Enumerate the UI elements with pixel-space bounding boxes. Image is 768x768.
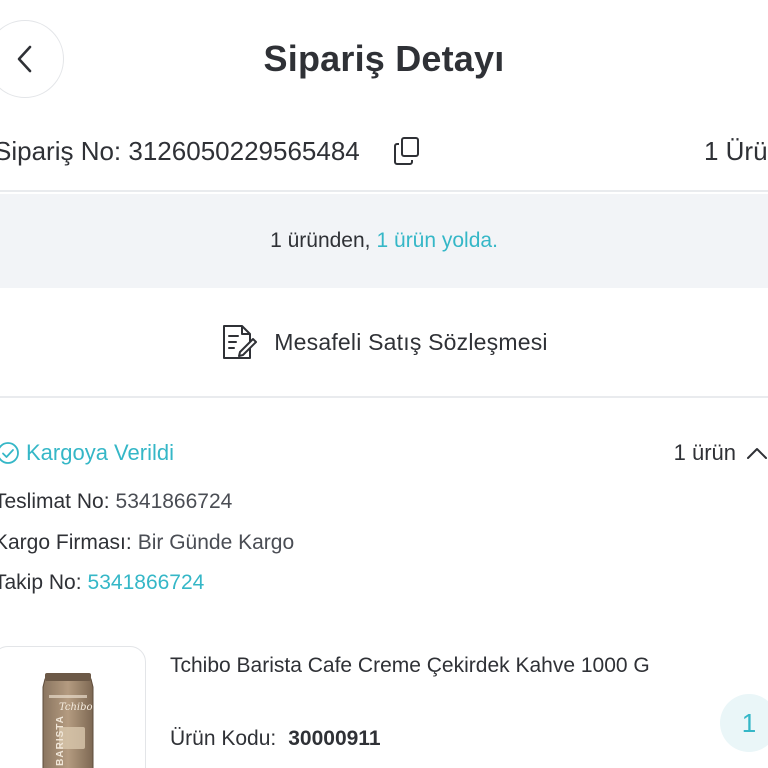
product-code: Ürün Kodu: 30000911 <box>170 727 381 751</box>
copy-icon[interactable] <box>393 136 421 166</box>
order-info-row: Sipariş No: 3126050229565484 1 Ürün <box>0 120 768 192</box>
carrier-row: Kargo Firması: Bir Günde Kargo <box>0 531 294 555</box>
carrier-value: Bir Günde Kargo <box>137 531 295 554</box>
shipment-item-count: 1 ürün <box>673 440 736 465</box>
top-bar: Sipariş Detayı <box>0 0 768 120</box>
order-number-value: 3126050229565484 <box>128 136 360 166</box>
product-code-label: Ürün Kodu: <box>170 727 277 750</box>
status-banner-prefix: 1 üründen, <box>270 229 371 252</box>
page-title: Sipariş Detayı <box>263 38 505 79</box>
chevron-up-icon <box>747 448 767 459</box>
order-number-label: Sipariş No: <box>0 136 122 166</box>
tracking-number-link[interactable]: 5341866724 <box>88 571 205 594</box>
quantity-badge: 1 <box>720 694 768 752</box>
contract-label: Mesafeli Satış Sözleşmesi <box>274 328 548 355</box>
carrier-label: Kargo Firması: <box>0 531 132 554</box>
tracking-number-row: Takip No: 5341866724 <box>0 571 204 595</box>
shipment-status-label: Kargoya Verildi <box>26 440 174 465</box>
product-image-text: BARISTA <box>54 715 66 766</box>
tracking-number-label: Takip No: <box>0 571 82 594</box>
product-code-value: 30000911 <box>288 727 381 750</box>
product-name[interactable]: Tchibo Barista Cafe Creme Çekirdek Kahve… <box>170 650 660 682</box>
product-image-card[interactable]: Tchibo BARISTA <box>0 646 146 768</box>
delivery-number-row: Teslimat No: 5341866724 <box>0 490 232 514</box>
delivery-number-label: Teslimat No: <box>0 490 110 513</box>
product-image-brand: Tchibo <box>59 702 93 713</box>
check-circle-icon <box>0 442 19 464</box>
status-banner-accent: 1 ürün yolda. <box>376 229 498 252</box>
shipment-toggle[interactable]: 1 ürün <box>674 440 768 466</box>
distance-sales-contract-link[interactable]: Mesafeli Satış Sözleşmesi <box>0 288 768 398</box>
delivery-number-value: 5341866724 <box>115 490 233 513</box>
document-edit-icon <box>223 325 258 359</box>
shipment-status: Kargoya Verildi <box>0 440 174 466</box>
order-item-count: 1 Ürün <box>703 136 768 166</box>
shipping-status-banner: 1 üründen, 1 ürün yolda. <box>0 194 768 288</box>
order-number: Sipariş No: 3126050229565484 <box>0 136 360 167</box>
